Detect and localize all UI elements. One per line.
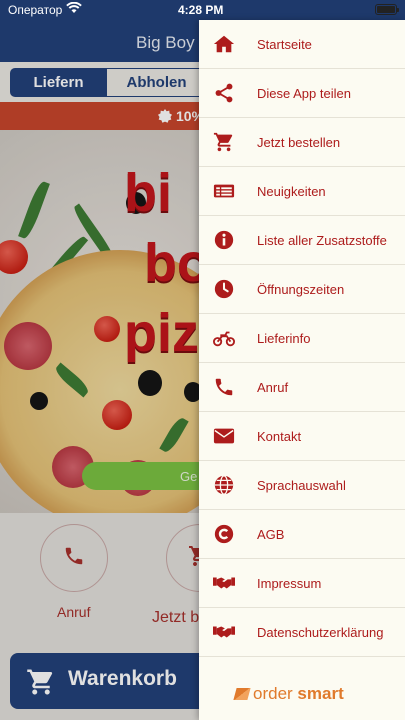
menu-item-label: Jetzt bestellen — [257, 135, 341, 150]
menu-item-impressum[interactable]: Impressum — [199, 559, 405, 608]
menu-item-news[interactable]: Neuigkeiten — [199, 167, 405, 216]
menu-item-label: Anruf — [257, 380, 289, 395]
handshake-icon — [213, 572, 235, 594]
battery-icon — [375, 4, 399, 15]
globe-icon — [213, 474, 235, 496]
clock-icon — [213, 278, 235, 300]
envelope-icon — [213, 425, 235, 447]
menu-item-startseite[interactable]: Startseite — [199, 20, 405, 69]
menu-item-label: Neuigkeiten — [257, 184, 326, 199]
ordersmart-logo: order smart — [233, 684, 344, 704]
menu-item-share-app[interactable]: Diese App teilen — [199, 69, 405, 118]
menu-item-additives[interactable]: Liste aller Zusatzstoffe — [199, 216, 405, 265]
phone-icon — [213, 376, 235, 398]
menu-item-label: Kontakt — [257, 429, 302, 444]
brand-part-1: order — [253, 684, 293, 703]
menu-item-label: Datenschutzerklärung — [257, 625, 384, 640]
menu-item-label: Lieferinfo — [257, 331, 311, 346]
info-icon — [213, 229, 235, 251]
home-icon — [213, 33, 235, 55]
side-menu: Startseite Diese App teilen Jetzt bestel… — [199, 20, 405, 720]
share-icon — [213, 82, 235, 104]
menu-item-opening-hours[interactable]: Öffnungszeiten — [199, 265, 405, 314]
menu-item-order-now[interactable]: Jetzt bestellen — [199, 118, 405, 167]
motorcycle-icon — [213, 327, 235, 349]
menu-item-label: Sprachauswahl — [257, 478, 346, 493]
news-icon — [213, 180, 235, 202]
menu-item-label: Öffnungszeiten — [257, 282, 345, 297]
wifi-icon — [66, 1, 82, 17]
handshake-icon — [213, 621, 235, 643]
menu-item-delivery-info[interactable]: Lieferinfo — [199, 314, 405, 363]
menu-item-privacy[interactable]: Datenschutzerklärung — [199, 608, 405, 657]
menu-item-contact[interactable]: Kontakt — [199, 412, 405, 461]
cart-icon — [213, 131, 235, 153]
status-time: 4:28 PM — [178, 3, 224, 17]
menu-item-agb[interactable]: AGB — [199, 510, 405, 559]
carrier-name: Оператор — [8, 3, 63, 17]
menu-item-label: Liste aller Zusatzstoffe — [257, 233, 387, 248]
status-bar: Оператор 4:28 PM — [0, 0, 405, 20]
menu-item-call[interactable]: Anruf — [199, 363, 405, 412]
menu-item-label: Startseite — [257, 37, 312, 52]
menu-item-label: AGB — [257, 527, 285, 542]
ordersmart-mark — [233, 688, 251, 700]
copyright-icon — [213, 523, 235, 545]
brand-part-2: smart — [297, 684, 344, 703]
menu-item-language[interactable]: Sprachauswahl — [199, 461, 405, 510]
menu-item-label: Diese App teilen — [257, 86, 351, 101]
menu-item-label: Impressum — [257, 576, 322, 591]
